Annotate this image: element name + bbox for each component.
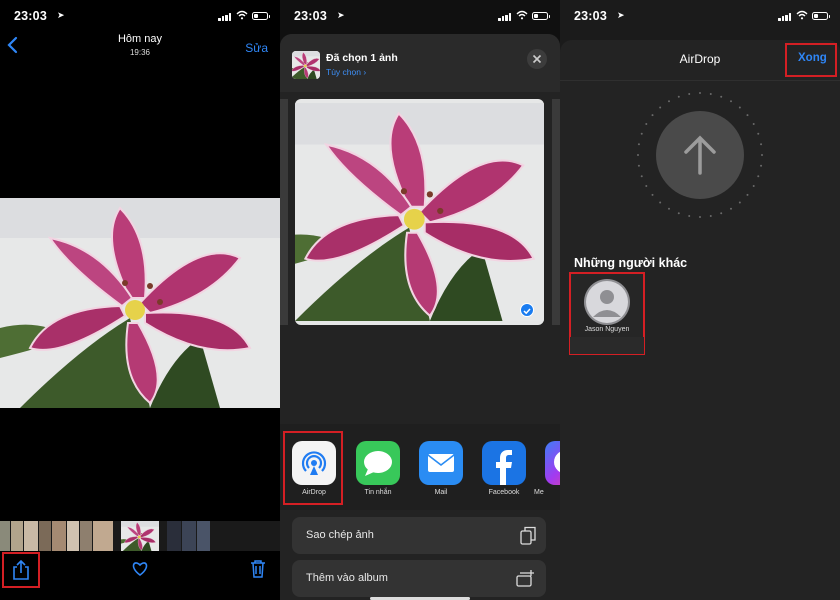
other-people-heading: Những người khác xyxy=(574,256,688,270)
status-bar: 23:03 ➤ xyxy=(0,0,280,34)
battery-icon xyxy=(252,12,270,20)
options-link[interactable]: Tùy chọn › xyxy=(326,67,366,77)
selected-photo-thumbnail xyxy=(292,51,320,79)
messages-app-label: Tin nhắn xyxy=(364,489,392,496)
heart-icon[interactable] xyxy=(131,561,149,577)
messenger-app-button[interactable] xyxy=(545,441,560,485)
status-bar: 23:03 ➤ xyxy=(280,0,560,34)
header-divider xyxy=(560,80,840,81)
location-icon: ➤ xyxy=(57,10,65,20)
thumbnail[interactable] xyxy=(197,521,210,551)
add-to-album-label: Thêm vào album xyxy=(306,572,388,584)
cellular-signal-icon xyxy=(218,13,232,21)
mail-envelope-icon xyxy=(427,454,455,472)
status-time: 23:03 xyxy=(14,9,47,23)
close-icon xyxy=(532,54,542,64)
photo-date-title: Hôm nay xyxy=(117,33,163,45)
arrow-up-icon xyxy=(684,135,716,175)
thumbnail[interactable] xyxy=(93,521,113,551)
thumbnail[interactable] xyxy=(167,521,181,551)
edit-button[interactable]: Sửa xyxy=(245,41,268,55)
messenger-app-label: Me xyxy=(534,489,544,496)
facebook-logo-icon xyxy=(496,450,512,485)
thumbnail[interactable] xyxy=(67,521,79,551)
share-sheet-header xyxy=(280,34,560,92)
wifi-icon xyxy=(516,10,528,20)
facebook-app-button[interactable] xyxy=(482,441,526,485)
thumbnail[interactable] xyxy=(39,521,51,551)
thumbnail[interactable] xyxy=(182,521,196,551)
messenger-icon xyxy=(554,451,560,473)
share-highlight-box xyxy=(2,552,40,588)
airdrop-highlight-box xyxy=(283,431,343,505)
contact-name: Jason Nguyen xyxy=(584,326,630,333)
cellular-signal-icon xyxy=(498,13,512,21)
selected-check-icon[interactable] xyxy=(520,303,534,317)
album-add-icon xyxy=(516,570,534,587)
thumbnail[interactable] xyxy=(11,521,23,551)
share-photo-preview[interactable] xyxy=(295,99,544,325)
share-sheet-view: 23:03 ➤ Đã chọn 1 ảnh Tùy chọn › AirDrop… xyxy=(280,0,560,600)
close-button[interactable] xyxy=(527,49,547,69)
trash-icon[interactable] xyxy=(250,559,266,578)
cellular-signal-icon xyxy=(778,13,792,21)
airdrop-send-circle xyxy=(656,111,744,199)
thumbnail[interactable] xyxy=(80,521,92,551)
photos-view: 23:03 ➤ Hôm nay 19:36 Sửa xyxy=(0,0,280,600)
options-link-label: Tùy chọn xyxy=(326,67,361,77)
battery-icon xyxy=(532,12,550,20)
copy-photo-action[interactable]: Sao chép ảnh xyxy=(292,517,546,554)
message-bubble-icon xyxy=(364,451,392,476)
facebook-app-label: Facebook xyxy=(488,489,520,496)
location-icon: ➤ xyxy=(337,10,345,20)
previous-photo-peek[interactable] xyxy=(280,99,288,325)
battery-icon xyxy=(812,12,830,20)
thumbnail[interactable] xyxy=(0,521,10,551)
thumbnail-selected[interactable] xyxy=(121,521,159,551)
add-to-album-action[interactable]: Thêm vào album xyxy=(292,560,546,597)
person-icon xyxy=(586,281,628,323)
copy-icon xyxy=(520,526,536,545)
status-time: 23:03 xyxy=(294,9,327,23)
status-bar: 23:03 ➤ xyxy=(560,0,840,34)
photo-time-subtitle: 19:36 xyxy=(129,48,151,57)
wifi-icon xyxy=(236,10,248,20)
mail-app-button[interactable] xyxy=(419,441,463,485)
next-photo-peek[interactable] xyxy=(552,99,560,325)
status-time: 23:03 xyxy=(574,9,607,23)
done-highlight-box xyxy=(785,43,837,77)
mail-app-label: Mail xyxy=(434,489,448,496)
main-photo[interactable] xyxy=(0,198,280,408)
messages-app-button[interactable] xyxy=(356,441,400,485)
copy-photo-label: Sao chép ảnh xyxy=(306,529,374,541)
avatar[interactable] xyxy=(584,279,630,325)
contact-name-redaction xyxy=(570,337,644,354)
wifi-icon xyxy=(796,10,808,20)
thumbnail[interactable] xyxy=(24,521,38,551)
thumbnail[interactable] xyxy=(52,521,66,551)
airdrop-view: 23:03 ➤ AirDrop Xong Những người khác Ja… xyxy=(560,0,840,600)
selection-count-title: Đã chọn 1 ảnh xyxy=(326,52,398,64)
location-icon: ➤ xyxy=(617,10,625,20)
thumbnail-strip[interactable] xyxy=(0,521,280,551)
